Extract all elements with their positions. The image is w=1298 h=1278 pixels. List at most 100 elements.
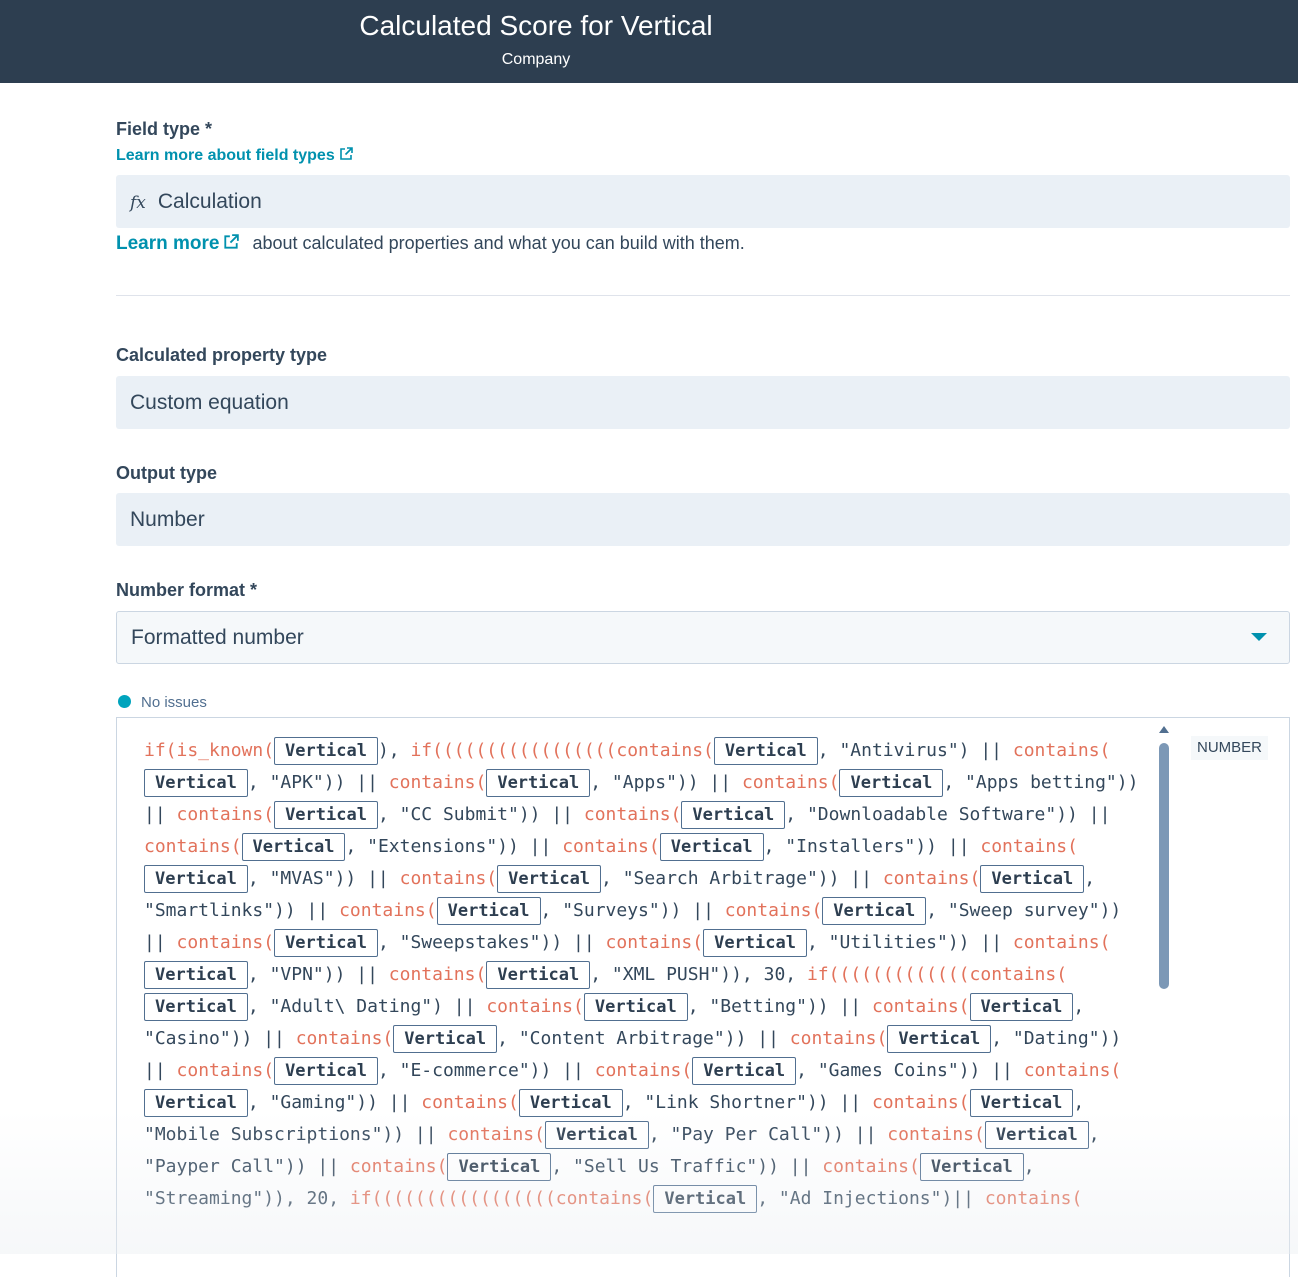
property-token[interactable]: Vertical <box>583 993 688 1021</box>
formula-text: , "Content Arbitrage")) || <box>497 1028 790 1049</box>
property-token[interactable]: Vertical <box>984 1121 1089 1149</box>
property-token[interactable]: Vertical <box>980 865 1085 893</box>
formula-function: contains( <box>583 804 682 825</box>
learn-more-text: Learn more <box>116 233 220 254</box>
formula-function: contains( <box>349 1156 448 1177</box>
output-type-badge: NUMBER <box>1191 736 1269 760</box>
learn-field-types-text: Learn more about field types <box>116 147 335 164</box>
property-token[interactable]: Vertical <box>703 929 807 957</box>
formula-text: ), <box>377 740 411 761</box>
property-token[interactable]: Vertical <box>544 1121 649 1149</box>
formula-function: contains( <box>871 996 970 1017</box>
property-token[interactable]: Vertical <box>447 1153 552 1181</box>
scrollbar-thumb[interactable] <box>1159 743 1169 989</box>
output-type-label: Output type <box>116 463 217 483</box>
property-token[interactable]: Vertical <box>839 769 944 797</box>
formula-text: , "Ad Injections")|| <box>757 1188 985 1209</box>
formula-text: , "Installers")) || <box>763 836 981 857</box>
formula-function: contains( <box>339 900 437 921</box>
property-token[interactable]: Vertical <box>274 1057 378 1085</box>
formula-function: contains( <box>388 772 487 793</box>
formula-text: , "E-commerce")) || <box>377 1060 595 1081</box>
property-token[interactable]: Vertical <box>436 897 541 925</box>
formula-function: contains( <box>605 932 704 953</box>
formula-function: contains( <box>388 964 487 985</box>
property-token[interactable]: Vertical <box>659 833 764 861</box>
property-token[interactable]: Vertical <box>241 833 346 861</box>
formula-function: contains( <box>984 1188 1083 1209</box>
formula-text: , "MVAS")) || <box>247 868 400 889</box>
field-type-field: fx Calculation <box>116 175 1290 228</box>
property-token[interactable]: Vertical <box>497 865 602 893</box>
formula-function: contains( <box>447 1124 545 1145</box>
page-title: Calculated Score for Vertical <box>359 10 713 41</box>
formula-function: contains( <box>594 1060 693 1081</box>
formula-text: , "Utilities")) || <box>806 932 1013 953</box>
property-token[interactable]: Vertical <box>144 865 248 893</box>
formula-function: contains( <box>980 836 1078 857</box>
formula-text: , "Games Coins")) || <box>796 1060 1024 1081</box>
validation-status: No issues <box>118 694 207 711</box>
formula-function: contains( <box>399 868 498 889</box>
formula-text: , "Link Shortner")) || <box>622 1092 872 1113</box>
property-token[interactable]: Vertical <box>486 769 591 797</box>
learn-field-types-link[interactable]: Learn more about field types <box>116 147 353 165</box>
number-format-label: Number format * <box>116 580 258 600</box>
formula-code[interactable]: if(is_known(Vertical), if(((((((((((((((… <box>144 735 1149 1215</box>
fx-icon: fx <box>130 193 146 213</box>
number-format-select[interactable]: Formatted number <box>116 611 1290 664</box>
formula-text: , "Surveys")) || <box>540 900 725 921</box>
property-token[interactable]: Vertical <box>144 993 248 1021</box>
formula-function: if(((((((((((((contains( <box>806 964 1068 985</box>
formula-text: , "VPN")) || <box>247 964 389 985</box>
property-token[interactable]: Vertical <box>518 1089 623 1117</box>
helper-text: about calculated properties and what you… <box>252 233 745 253</box>
calc-type-label: Calculated property type <box>116 345 328 365</box>
formula-function: contains( <box>176 932 275 953</box>
formula-text: , "Apps")) || <box>590 772 742 793</box>
property-token[interactable]: Vertical <box>681 801 786 829</box>
formula-text: , "CC Submit")) || <box>377 804 584 825</box>
property-token[interactable]: Vertical <box>144 961 248 989</box>
formula-function: contains( <box>176 804 275 825</box>
formula-text: , "Adult\ Dating") || <box>247 996 487 1017</box>
status-dot-icon <box>118 695 131 708</box>
formula-function: contains( <box>176 1060 275 1081</box>
formula-function: contains( <box>887 1124 985 1145</box>
property-token[interactable]: Vertical <box>274 737 378 765</box>
property-token[interactable]: Vertical <box>692 1057 797 1085</box>
property-token[interactable]: Vertical <box>274 929 378 957</box>
formula-text: , "Sweepstakes")) || <box>377 932 606 953</box>
property-token[interactable]: Vertical <box>144 769 248 797</box>
external-link-icon <box>339 147 353 160</box>
formula-text: , "Antivirus") || <box>817 740 1013 761</box>
property-token[interactable]: Vertical <box>969 993 1074 1021</box>
property-token[interactable]: Vertical <box>919 1153 1024 1181</box>
external-link-icon <box>224 234 240 249</box>
editor-scrollbar[interactable] <box>1157 726 1171 1278</box>
number-format-value: Formatted number <box>131 626 304 649</box>
formula-text: , "XML PUSH")), 30, <box>590 964 807 985</box>
property-token[interactable]: Vertical <box>486 961 591 989</box>
formula-text: , "Downloadable Software")) || <box>785 804 1111 825</box>
property-token[interactable]: Vertical <box>144 1089 248 1117</box>
property-token[interactable]: Vertical <box>653 1185 758 1213</box>
formula-function: contains( <box>882 868 981 889</box>
validation-status-text: No issues <box>141 694 207 711</box>
field-type-label: Field type * <box>116 119 213 139</box>
property-token[interactable]: Vertical <box>822 897 927 925</box>
formula-editor[interactable]: if(is_known(Vertical), if(((((((((((((((… <box>116 717 1290 1277</box>
property-token[interactable]: Vertical <box>274 801 378 829</box>
calculation-helper: Learn more about calculated properties a… <box>116 233 745 255</box>
chevron-down-icon <box>1251 633 1267 641</box>
formula-function: contains( <box>562 836 660 857</box>
property-token[interactable]: Vertical <box>887 1025 992 1053</box>
learn-more-link[interactable]: Learn more <box>116 233 240 254</box>
formula-text: , "Extensions")) || <box>345 836 563 857</box>
formula-function: contains( <box>789 1028 888 1049</box>
scroll-up-icon[interactable] <box>1159 726 1169 733</box>
property-token[interactable]: Vertical <box>393 1025 498 1053</box>
formula-function: if(is_known( <box>144 740 275 761</box>
property-token[interactable]: Vertical <box>969 1089 1074 1117</box>
property-token[interactable]: Vertical <box>713 737 818 765</box>
